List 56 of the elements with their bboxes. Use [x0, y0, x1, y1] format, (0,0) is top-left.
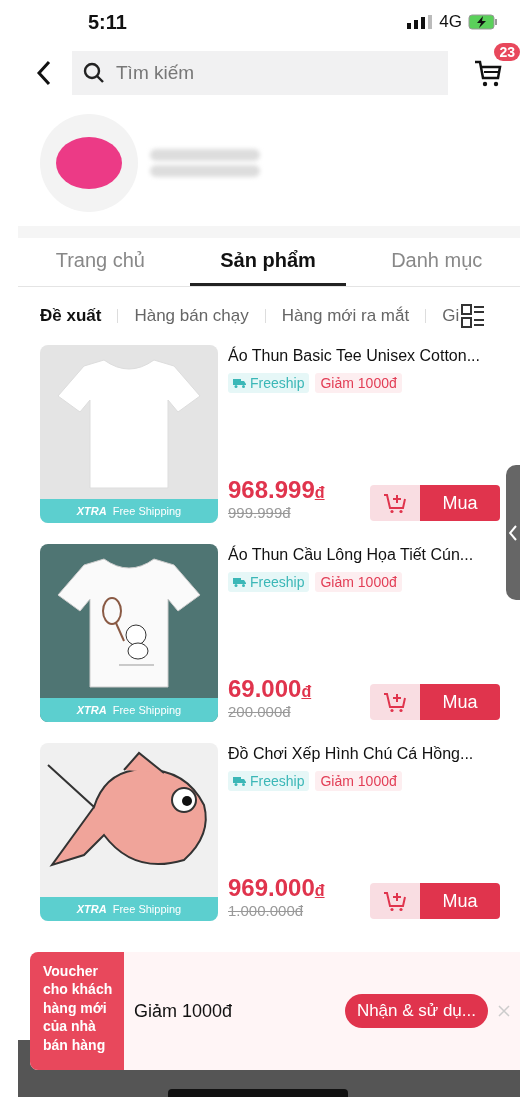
sale-price: 69.000đ [228, 675, 312, 703]
product-title[interactable]: Áo Thun Basic Tee Unisex Cotton... [228, 347, 480, 365]
search-icon [83, 62, 105, 84]
buy-button[interactable]: Mua [420, 883, 500, 919]
network-label: 4G [439, 12, 462, 32]
signal-icon [407, 15, 434, 29]
sort-filter[interactable]: Đề xuất [40, 306, 102, 326]
discount-tag: Giảm 1000đ [315, 771, 402, 791]
cart-plus-icon [383, 691, 407, 713]
xtra-label: XTRA [76, 903, 107, 915]
free-shipping-label: Free Shipping [112, 704, 182, 716]
grid-view-icon[interactable] [461, 304, 486, 328]
search-field[interactable]: Tìm kiếm [72, 51, 448, 95]
add-to-cart-button[interactable] [370, 485, 420, 521]
free-shipping-label: Free Shipping [112, 505, 182, 517]
free-shipping-label: Free Shipping [112, 903, 182, 915]
sort-filter[interactable]: Hàng bán chạy [134, 306, 249, 326]
status-time: 5:11 [88, 10, 127, 34]
back-icon[interactable] [36, 60, 52, 86]
freeship-tag: Freeship [228, 373, 310, 393]
sort-filter[interactable]: Hàng mới ra mắt [281, 306, 410, 326]
original-price: 200.000đ [228, 703, 292, 720]
close-icon [498, 1005, 510, 1017]
buy-button[interactable]: Mua [420, 485, 500, 521]
cart-plus-icon [383, 492, 407, 514]
truck-icon [233, 577, 247, 587]
battery-charging-icon [468, 14, 498, 30]
freeship-tag: Freeship [228, 572, 310, 592]
xtra-label: XTRA [76, 704, 107, 716]
buy-button[interactable]: Mua [420, 684, 500, 720]
chevron-left-icon [509, 524, 517, 541]
truck-icon [233, 378, 247, 388]
product-title[interactable]: Áo Thun Cầu Lông Họa Tiết Cún... [228, 546, 474, 564]
cart-count-badge: 23 [494, 43, 520, 61]
voucher-amount: Giảm 1000đ [134, 1000, 234, 1022]
side-handle[interactable] [506, 465, 520, 600]
sort-filter[interactable]: Gi [442, 306, 460, 326]
truck-icon [233, 776, 247, 786]
page-tab[interactable]: Sản phẩm [190, 238, 346, 286]
original-price: 999.999đ [228, 504, 292, 521]
product-title[interactable]: Đồ Chơi Xếp Hình Chú Cá Hồng... [228, 745, 474, 763]
sale-price: 969.000đ [228, 874, 325, 902]
voucher-label: Voucher cho khách hàng mới của nhà bán hàng [30, 952, 124, 1070]
claim-voucher-button[interactable]: Nhận & sử dụ... [344, 994, 488, 1028]
add-to-cart-button[interactable] [370, 684, 420, 720]
freeship-tag: Freeship [228, 771, 310, 791]
add-to-cart-button[interactable] [370, 883, 420, 919]
page-tab[interactable]: Trang chủ [25, 238, 175, 286]
original-price: 1.000.000đ [228, 902, 305, 919]
discount-tag: Giảm 1000đ [315, 373, 402, 393]
cart-plus-icon [383, 890, 407, 912]
discount-tag: Giảm 1000đ [315, 572, 402, 592]
sale-price: 968.999đ [228, 476, 325, 504]
page-tab[interactable]: Danh mục [361, 238, 513, 286]
xtra-label: XTRA [76, 505, 107, 517]
cart-icon [473, 58, 503, 88]
